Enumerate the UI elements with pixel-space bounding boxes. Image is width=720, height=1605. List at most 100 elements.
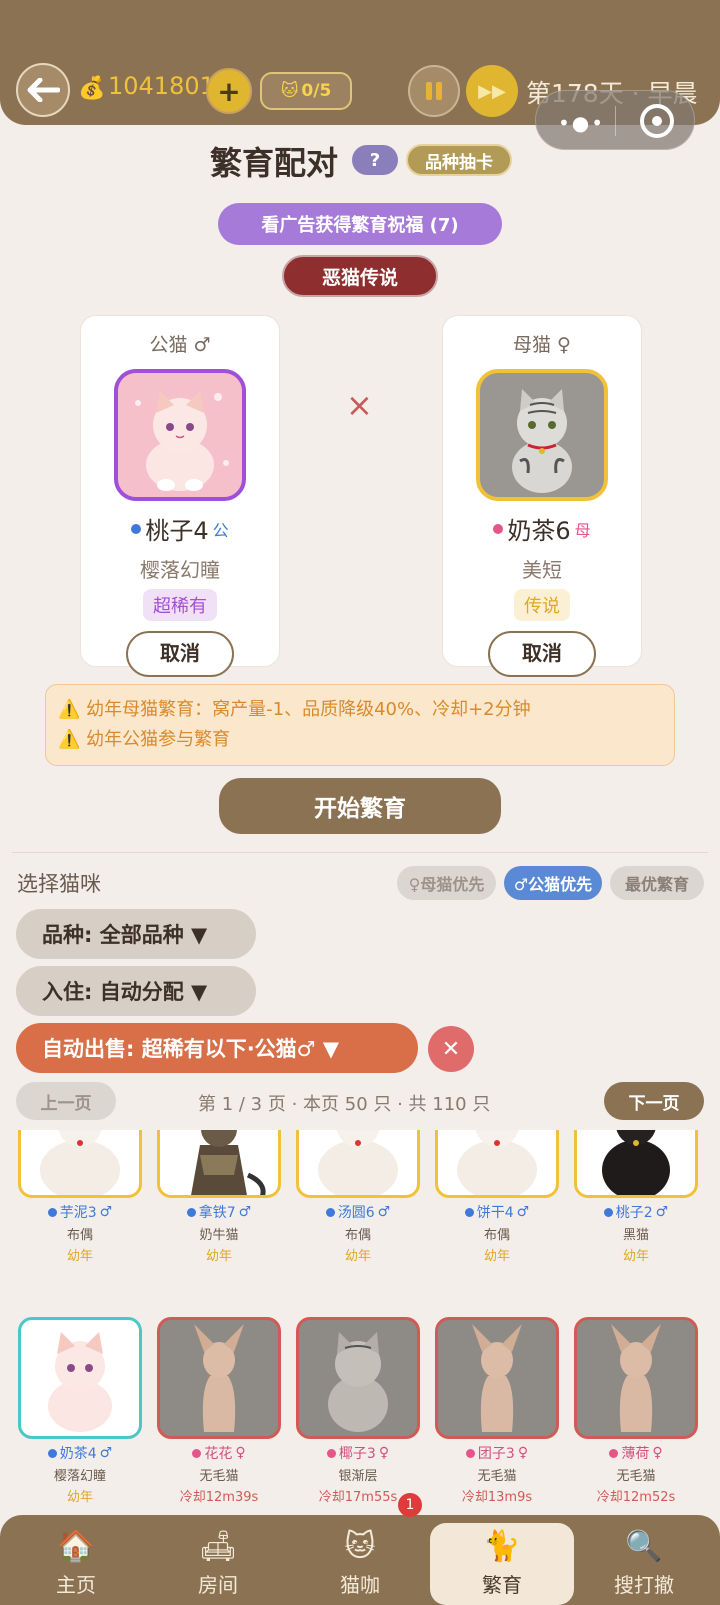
cat-card[interactable]: 团子3 ♀ 无毛猫 冷却13m9s — [435, 1317, 559, 1505]
female-cancel-button[interactable]: 取消 — [488, 631, 596, 677]
pause-button[interactable] — [408, 65, 460, 117]
page-info: 第 1 / 3 页 · 本页 50 只 · 共 110 只 — [198, 1094, 491, 1115]
cat-breed: 布偶 — [344, 1228, 371, 1243]
warning-box: ⚠️ 幼年母猫繁育：窝产量-1、品质降级40%、冷却+2分钟 ⚠️ 幼年公猫参与… — [45, 684, 675, 766]
breed-gacha-button[interactable]: 品种抽卡 — [406, 144, 512, 176]
male-sex-badge: 公 — [212, 520, 229, 540]
nav-room[interactable]: 🛋 房间 — [146, 1515, 290, 1605]
back-button[interactable] — [16, 63, 70, 117]
more-icon[interactable]: •●• — [558, 111, 605, 135]
nav-label: 搜打撤 — [614, 1573, 674, 1597]
cat-card[interactable]: 汤圆6 ♂ 布偶 幼年 — [296, 1130, 420, 1264]
cat-breed: 樱落幻瞳 — [53, 1469, 106, 1484]
female-slot-card: 母猫 ♀ 奶茶6 母 美短 传说 取消 — [442, 315, 642, 677]
nav-cafe[interactable]: 🐱 猫咖 — [288, 1515, 432, 1605]
cat-card[interactable]: 饼干4 ♂ 布偶 幼年 — [435, 1130, 559, 1264]
cat-name: 椰子3 — [338, 1446, 376, 1462]
miniprogram-capsule: •●• — [535, 90, 695, 150]
cat-portrait — [435, 1130, 559, 1198]
cat-card[interactable]: 奶茶4 ♂ 樱落幻瞳 幼年 — [18, 1317, 142, 1505]
breed-filter-dropdown[interactable]: 品种: 全部品种 ▼ — [16, 909, 256, 959]
money-amount: 1041801 — [108, 72, 215, 100]
cat-sex: ♂ — [99, 1204, 113, 1220]
male-rarity-badge: 超稀有 — [143, 589, 217, 621]
male-role-label: 公猫 ♂ — [149, 334, 211, 356]
male-cancel-button[interactable]: 取消 — [126, 631, 234, 677]
cat-status: 幼年 — [66, 1490, 93, 1505]
cat-portrait — [157, 1130, 281, 1198]
male-priority-button[interactable]: ♂公猫优先 — [504, 866, 602, 900]
cat-card[interactable]: 花花 ♀ 无毛猫 冷却12m39s — [157, 1317, 281, 1505]
cat-card[interactable]: 芋泥3 ♂ 布偶 幼年 — [18, 1130, 142, 1264]
close-target-icon[interactable] — [640, 104, 674, 138]
nav-label: 猫咖 — [340, 1573, 380, 1597]
female-sex-badge: 母 — [574, 520, 591, 540]
cat-sex: ♀ — [652, 1445, 663, 1461]
housing-filter-dropdown[interactable]: 入住: 自动分配 ▼ — [16, 966, 256, 1016]
cat-card[interactable]: 桃子2 ♂ 黑猫 幼年 — [574, 1130, 698, 1264]
bottom-nav: 🏠 主页 🛋 房间 🐱 猫咖 🐈 繁育 🔍 搜打撤 — [0, 1515, 720, 1605]
cat-breed: 布偶 — [483, 1228, 510, 1243]
best-breeding-button[interactable]: 最优繁育 — [610, 866, 704, 900]
cat-card[interactable]: 拿铁7 ♂ 奶牛猫 幼年 — [157, 1130, 281, 1264]
cat-status: 幼年 — [622, 1249, 649, 1264]
cat-breed: 无毛猫 — [477, 1469, 517, 1484]
cat-portrait — [157, 1317, 281, 1439]
cat-breed: 布偶 — [66, 1228, 93, 1243]
cat-status: 幼年 — [66, 1249, 93, 1264]
male-cat-breed: 樱落幻瞳 — [140, 558, 220, 582]
cat-status: 冷却12m52s — [596, 1490, 676, 1505]
cat-sex: ♀ — [378, 1445, 390, 1461]
cat-portrait — [574, 1130, 698, 1198]
cat-name: 饼干4 — [476, 1205, 514, 1221]
help-button[interactable]: ? — [352, 145, 398, 175]
nav-breeding[interactable]: 🐈 繁育 — [430, 1523, 574, 1605]
watch-ad-button[interactable]: 看广告获得繁育祝福 (7) — [218, 203, 502, 245]
magnifier-icon: 🔍 — [625, 1529, 663, 1564]
nav-search[interactable]: 🔍 搜打撤 — [572, 1515, 716, 1605]
male-dot-icon — [131, 523, 142, 534]
divider — [12, 852, 708, 853]
cat-name: 桃子2 — [615, 1205, 653, 1221]
house-icon: 🏠 — [57, 1529, 95, 1564]
female-cat-portrait[interactable] — [476, 369, 608, 501]
arrow-left-icon — [27, 78, 60, 102]
cat-name: 团子3 — [477, 1446, 515, 1462]
cat-portrait — [435, 1317, 559, 1439]
notification-badge: 1 — [398, 1493, 422, 1517]
nav-home[interactable]: 🏠 主页 — [4, 1515, 148, 1605]
female-dot-icon — [493, 523, 504, 534]
select-cats-title: 选择猫咪 — [17, 872, 101, 896]
cat-status: 幼年 — [483, 1249, 510, 1264]
add-money-button[interactable]: + — [206, 68, 252, 114]
cat-sex: ♂ — [238, 1204, 252, 1220]
fast-forward-button[interactable]: ▶▶ — [466, 65, 518, 117]
fluffy-cat-icon — [135, 391, 229, 491]
female-priority-button[interactable]: ♀母猫优先 — [397, 866, 496, 900]
cat-name: 奶茶4 — [59, 1446, 97, 1462]
cat-status: 幼年 — [205, 1249, 232, 1264]
cat-name: 花花 — [204, 1446, 233, 1462]
clear-auto-sell-button[interactable]: ✕ — [428, 1026, 474, 1072]
cat-portrait — [574, 1317, 698, 1439]
auto-sell-dropdown[interactable]: 自动出售: 超稀有以下·公猫♂ ▼ — [16, 1023, 418, 1073]
cat-name: 芋泥3 — [59, 1205, 97, 1221]
cat-face-icon: 🐱 — [280, 81, 299, 101]
female-cat-name: 奶茶6 — [507, 517, 571, 545]
next-page-button[interactable]: 下一页 — [604, 1082, 704, 1120]
cat-capacity[interactable]: 🐱 0/5 — [260, 72, 352, 110]
evil-cat-legend-button[interactable]: 恶猫传说 — [282, 255, 438, 297]
cat-card[interactable]: 薄荷 ♀ 无毛猫 冷却12m52s — [574, 1317, 698, 1505]
female-role-label: 母猫 ♀ — [513, 334, 571, 356]
prev-page-button[interactable]: 上一页 — [16, 1082, 116, 1120]
cat-card[interactable]: 椰子3 ♀ 银渐层 冷却17m55s — [296, 1317, 420, 1505]
cat-sex: ♂ — [655, 1204, 669, 1220]
cat-portrait — [296, 1317, 420, 1439]
cat-sex: ♂ — [99, 1445, 113, 1461]
male-cat-portrait[interactable] — [114, 369, 246, 501]
page-title: 繁育配对 — [210, 144, 339, 182]
female-cat-breed: 美短 — [522, 558, 562, 582]
start-breeding-button[interactable]: 开始繁育 — [219, 778, 501, 834]
warning-line: ⚠️ 幼年母猫繁育：窝产量-1、品质降级40%、冷却+2分钟 — [58, 699, 531, 720]
cat-sex: ♂ — [516, 1204, 530, 1220]
